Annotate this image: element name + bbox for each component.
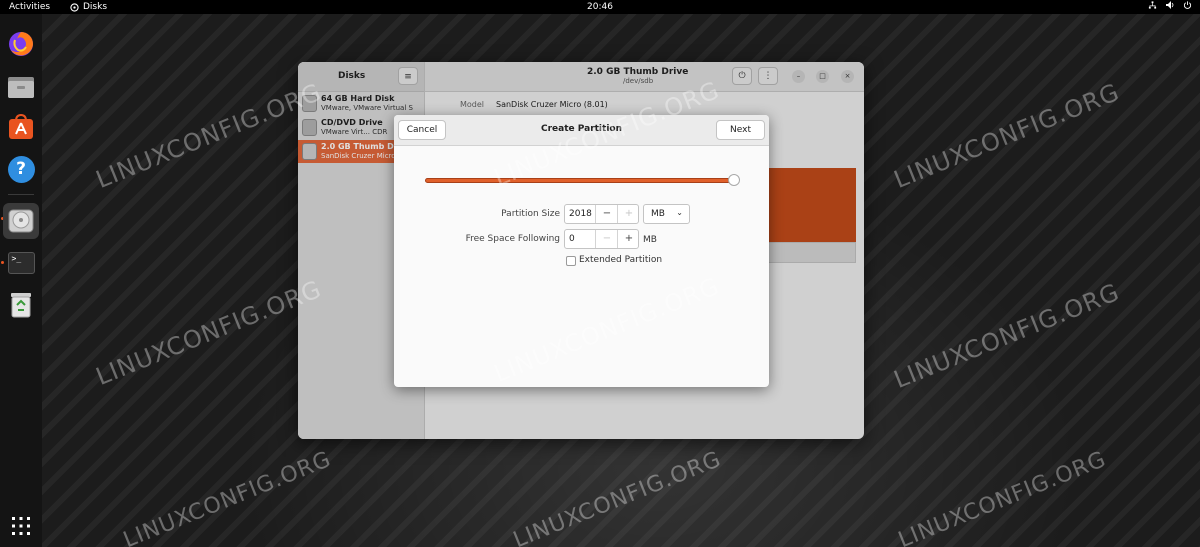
power-icon xyxy=(1183,1,1192,9)
dock-terminal[interactable]: >_ xyxy=(5,247,37,279)
firefox-icon xyxy=(9,32,33,56)
watermark: LINUXCONFIG.ORG xyxy=(895,446,1110,547)
increase-free-space-button[interactable]: + xyxy=(617,230,640,248)
volume-icon xyxy=(1166,1,1174,9)
decrease-free-space-button[interactable]: − xyxy=(595,230,618,248)
network-icon xyxy=(1148,1,1157,9)
partition-size-slider-handle[interactable] xyxy=(728,174,740,186)
decrease-size-button[interactable]: − xyxy=(595,205,618,223)
free-space-unit: MB xyxy=(643,235,657,245)
dock-help[interactable]: ? xyxy=(5,153,37,185)
disks-app-icon xyxy=(70,2,79,12)
show-apps-button[interactable] xyxy=(5,510,37,542)
plus-icon: + xyxy=(624,208,634,219)
partition-size-spinbutton[interactable]: 2018 − + xyxy=(564,204,639,224)
watermark: LINUXCONFIG.ORG xyxy=(92,274,326,391)
partition-size-slider-track[interactable] xyxy=(425,178,735,183)
clock[interactable]: 20:46 xyxy=(587,2,613,12)
help-icon: ? xyxy=(7,155,35,183)
next-button[interactable]: Next xyxy=(716,120,765,140)
dock-files[interactable] xyxy=(5,71,37,103)
terminal-icon: >_ xyxy=(7,252,35,274)
system-tray[interactable] xyxy=(1148,0,1192,10)
dock-separator xyxy=(8,194,34,195)
dock-trash[interactable] xyxy=(5,289,37,321)
chevron-down-icon: ⌄ xyxy=(676,208,683,217)
size-unit-value: MB xyxy=(651,209,665,219)
app-menu-label: Disks xyxy=(83,2,108,12)
free-space-spinbutton[interactable]: 0 − + xyxy=(564,229,639,249)
partition-size-value[interactable]: 2018 xyxy=(569,209,592,219)
dock-ubuntu-software[interactable] xyxy=(5,111,37,143)
activities-button[interactable]: Activities xyxy=(9,0,50,14)
cancel-button[interactable]: Cancel xyxy=(398,120,446,140)
dialog-title: Create Partition xyxy=(541,124,622,134)
increase-size-button[interactable]: + xyxy=(617,205,640,223)
top-bar: Activities Disks 20:46 xyxy=(0,0,1200,14)
minus-icon: − xyxy=(602,208,612,219)
extended-partition-checkbox[interactable] xyxy=(566,256,576,266)
dock-disks[interactable] xyxy=(3,203,39,239)
watermark: LINUXCONFIG.ORG xyxy=(890,277,1124,394)
partition-size-label: Partition Size xyxy=(501,209,560,219)
plus-icon: + xyxy=(624,233,634,244)
dialog-header: Create Partition Cancel Next xyxy=(394,115,769,146)
desktop-background: Activities Disks 20:46 ? >_ Disks ≡ 64 G… xyxy=(0,0,1200,547)
files-icon xyxy=(8,77,34,98)
app-grid-icon xyxy=(12,517,30,535)
app-menu[interactable]: Disks xyxy=(70,0,107,14)
free-space-following-label: Free Space Following xyxy=(465,234,560,244)
running-indicator xyxy=(1,261,4,264)
watermark: LINUXCONFIG.ORG xyxy=(92,77,326,194)
watermark: LINUXCONFIG.ORG xyxy=(890,77,1124,194)
disks-icon xyxy=(8,209,34,233)
dock-firefox[interactable] xyxy=(5,28,37,60)
create-partition-dialog: Create Partition Cancel Next Partition S… xyxy=(394,115,769,387)
watermark: LINUXCONFIG.ORG xyxy=(510,446,725,547)
free-space-value[interactable]: 0 xyxy=(569,234,575,244)
extended-partition-label[interactable]: Extended Partition xyxy=(579,255,662,265)
minus-icon: − xyxy=(602,233,612,244)
dock: ? >_ xyxy=(0,14,42,547)
size-unit-dropdown[interactable]: MB ⌄ xyxy=(643,204,690,224)
software-icon xyxy=(9,114,33,139)
trash-icon xyxy=(11,293,31,318)
watermark: LINUXCONFIG.ORG xyxy=(120,446,335,547)
